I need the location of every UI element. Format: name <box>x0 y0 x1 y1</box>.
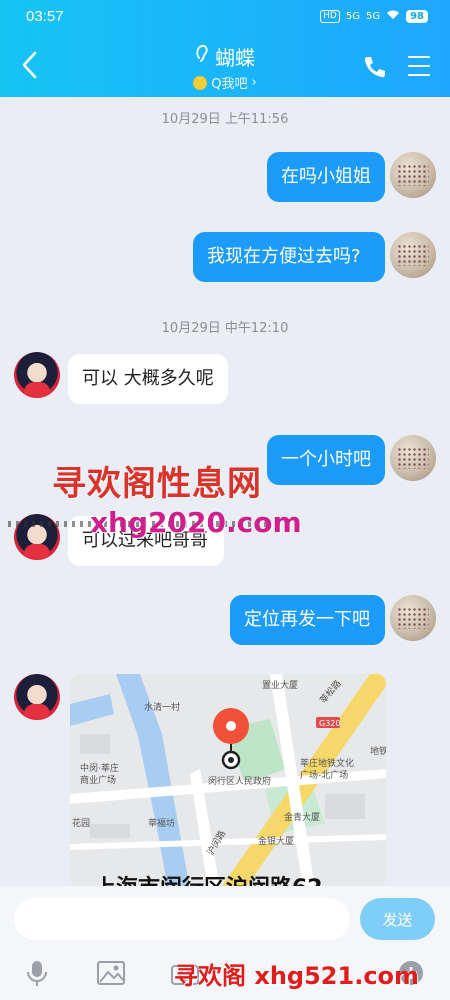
map-label: 花园 <box>72 817 90 829</box>
message-bubble-out[interactable]: 定位再发一下吧 <box>230 595 385 645</box>
avatar-contact[interactable] <box>14 674 60 720</box>
timestamp: 10月29日 上午11:56 <box>161 112 289 127</box>
map-label: G320 <box>319 719 340 728</box>
contact-name: 蝴蝶 <box>215 46 255 70</box>
map-label: 商业广场 <box>80 774 116 786</box>
status-text: Q我吧 <box>211 77 248 92</box>
status-bar: 03:57 HD 5G 5G 98 <box>26 8 428 28</box>
microphone-icon[interactable] <box>22 958 52 988</box>
avatar-self[interactable] <box>390 435 436 481</box>
map-image: 置业大厦 水清一村 G320 中闵·莘庄 商业广场 闵行区人民政府 莘庄地铁文化… <box>70 674 386 889</box>
map-label: 广场-北广场 <box>300 769 348 781</box>
status-time: 03:57 <box>26 8 64 25</box>
menu-button[interactable] <box>408 56 430 76</box>
chat-header: 03:57 HD 5G 5G 98 蝴蝶 Q我吧 › <box>0 0 450 97</box>
map-label: 莘庄地铁文化 <box>300 757 354 769</box>
map-label: 中闵·莘庄 <box>80 762 119 774</box>
map-label: 闵行区人民政府 <box>208 775 271 787</box>
location-map-card[interactable]: 置业大厦 水清一村 G320 中闵·莘庄 商业广场 闵行区人民政府 莘庄地铁文化… <box>70 674 386 889</box>
map-label: 地铁 <box>370 745 386 757</box>
wifi-icon <box>386 9 400 23</box>
signal-icon-2: 5G <box>365 10 381 22</box>
send-button[interactable]: 发送 <box>360 898 435 940</box>
watermark-text: 寻欢阁性息网 <box>52 464 262 504</box>
map-label: 水清一村 <box>144 701 180 713</box>
message-bubble-out[interactable]: 在吗小姐姐 <box>267 152 385 202</box>
contact-status[interactable]: Q我吧 › <box>193 73 257 92</box>
image-icon[interactable] <box>96 958 126 988</box>
chevron-right-icon: › <box>251 75 257 90</box>
phone-call-button[interactable] <box>362 54 388 80</box>
avatar-self[interactable] <box>390 232 436 278</box>
battery-indicator: 98 <box>406 9 428 23</box>
message-input[interactable] <box>14 898 350 940</box>
signal-icon-1: 5G <box>345 10 360 22</box>
avatar-self[interactable] <box>390 152 436 198</box>
map-label: 金银大厦 <box>258 835 294 847</box>
map-label: 金青大厦 <box>284 811 320 823</box>
status-icons: HD 5G 5G 98 <box>320 9 428 23</box>
watermark-url: xhg2020.com <box>90 506 302 539</box>
qq-emoji-icon <box>193 75 208 90</box>
watermark-bottom: 寻欢阁 xhg521.com <box>174 962 420 990</box>
message-bubble-out[interactable]: 一个小时吧 <box>267 435 385 485</box>
map-label: 置业大厦 <box>262 679 298 691</box>
hd-indicator: HD <box>320 9 340 23</box>
avatar-contact[interactable] <box>14 352 60 398</box>
message-bubble-out[interactable]: 我现在方便过去吗? <box>193 232 385 282</box>
ear-icon <box>195 44 209 69</box>
message-bubble-in[interactable]: 可以 大概多久呢 <box>68 354 228 404</box>
timestamp: 10月29日 中午12:10 <box>161 321 289 336</box>
map-label: 莘福坊 <box>148 817 175 829</box>
avatar-self[interactable] <box>390 595 436 641</box>
